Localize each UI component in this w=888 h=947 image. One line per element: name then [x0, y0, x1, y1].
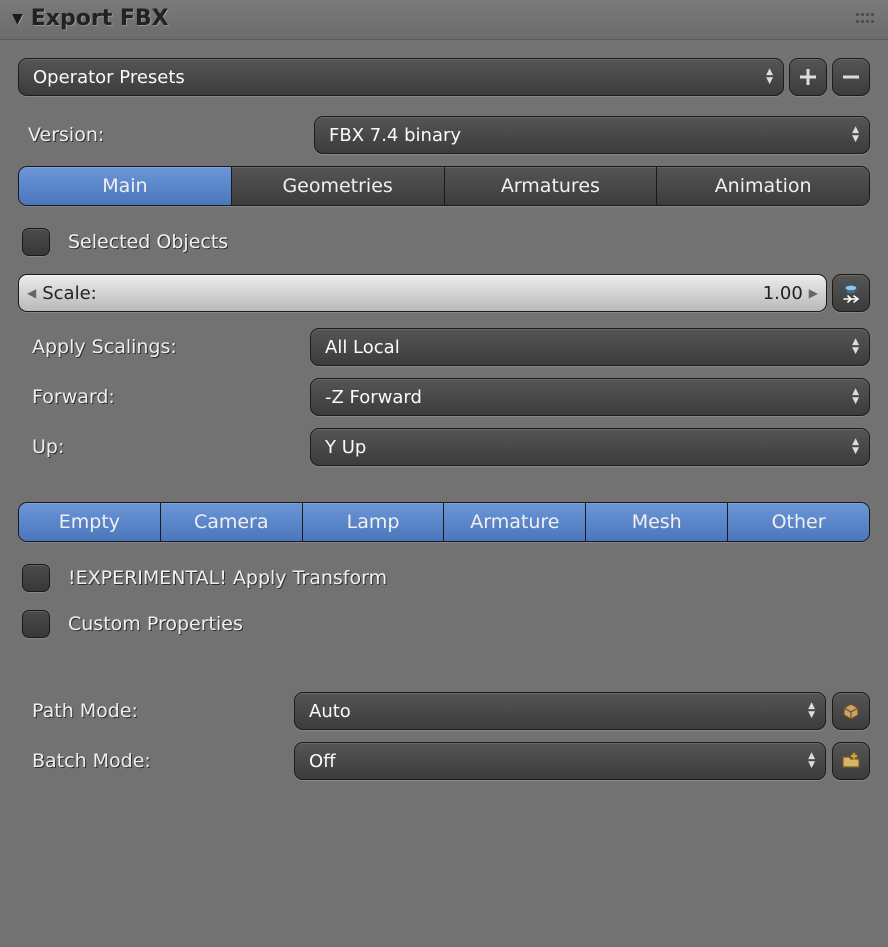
apply-transform-label: !EXPERIMENTAL! Apply Transform	[68, 567, 387, 589]
embed-textures-button[interactable]	[832, 692, 870, 730]
tab-main[interactable]: Main	[19, 167, 232, 205]
unit-scale-icon	[840, 282, 862, 304]
selected-objects-checkbox[interactable]	[22, 228, 50, 256]
dropdown-caret-icon	[852, 339, 859, 355]
panel-header[interactable]: ▼ Export FBX	[0, 0, 888, 40]
path-mode-label: Path Mode:	[18, 700, 288, 722]
apply-scalings-value: All Local	[325, 337, 400, 358]
path-mode-value: Auto	[309, 701, 351, 722]
dropdown-caret-icon	[808, 753, 815, 769]
operator-presets-dropdown[interactable]: Operator Presets	[18, 58, 784, 96]
forward-value: -Z Forward	[325, 387, 422, 408]
type-lamp[interactable]: Lamp	[303, 503, 445, 541]
tab-geometries[interactable]: Geometries	[232, 167, 445, 205]
dropdown-caret-icon	[852, 439, 859, 455]
dropdown-caret-icon	[852, 389, 859, 405]
apply-scalings-label: Apply Scalings:	[18, 336, 310, 358]
increment-arrow-icon[interactable]: ▶	[809, 286, 818, 300]
type-armature[interactable]: Armature	[444, 503, 586, 541]
apply-unit-button[interactable]	[832, 274, 870, 312]
plus-icon	[798, 67, 818, 87]
object-types-toggle: Empty Camera Lamp Armature Mesh Other	[18, 502, 870, 542]
scale-label: Scale:	[42, 283, 97, 304]
apply-transform-checkbox[interactable]	[22, 564, 50, 592]
dropdown-caret-icon	[852, 127, 859, 143]
up-label: Up:	[18, 436, 310, 458]
panel-content: Operator Presets Version: FBX 7.4 binary	[0, 40, 888, 780]
forward-label: Forward:	[18, 386, 310, 408]
type-other[interactable]: Other	[728, 503, 869, 541]
up-dropdown[interactable]: Y Up	[310, 428, 870, 466]
up-value: Y Up	[325, 437, 366, 458]
panel-title: Export FBX	[31, 6, 169, 31]
operator-presets-label: Operator Presets	[33, 67, 185, 88]
collapse-triangle-icon[interactable]: ▼	[12, 11, 23, 27]
version-dropdown[interactable]: FBX 7.4 binary	[314, 116, 870, 154]
custom-properties-checkbox[interactable]	[22, 610, 50, 638]
dropdown-caret-icon	[808, 703, 815, 719]
drag-grip-icon[interactable]	[856, 13, 876, 25]
type-camera[interactable]: Camera	[161, 503, 303, 541]
minus-icon	[841, 67, 861, 87]
new-folder-icon	[840, 750, 862, 772]
apply-scalings-dropdown[interactable]: All Local	[310, 328, 870, 366]
batch-mode-dropdown[interactable]: Off	[294, 742, 826, 780]
preset-remove-button[interactable]	[832, 58, 870, 96]
dropdown-caret-icon	[766, 69, 773, 85]
batch-mode-label: Batch Mode:	[18, 750, 288, 772]
type-mesh[interactable]: Mesh	[586, 503, 728, 541]
scale-field[interactable]: ◀ Scale: 1.00 ▶	[18, 274, 827, 312]
decrement-arrow-icon[interactable]: ◀	[27, 286, 36, 300]
forward-dropdown[interactable]: -Z Forward	[310, 378, 870, 416]
path-mode-dropdown[interactable]: Auto	[294, 692, 826, 730]
package-icon	[840, 700, 862, 722]
version-label: Version:	[18, 124, 306, 146]
category-tabs: Main Geometries Armatures Animation	[18, 166, 870, 206]
type-empty[interactable]: Empty	[19, 503, 161, 541]
scale-value: 1.00	[763, 283, 803, 304]
tab-armatures[interactable]: Armatures	[445, 167, 658, 205]
custom-properties-label: Custom Properties	[68, 613, 243, 635]
batch-mode-value: Off	[309, 751, 336, 772]
batch-own-dir-button[interactable]	[832, 742, 870, 780]
tab-animation[interactable]: Animation	[657, 167, 869, 205]
export-fbx-panel: ▼ Export FBX Operator Presets	[0, 0, 888, 947]
version-value: FBX 7.4 binary	[329, 125, 461, 146]
preset-add-button[interactable]	[789, 58, 827, 96]
selected-objects-label: Selected Objects	[68, 231, 228, 253]
